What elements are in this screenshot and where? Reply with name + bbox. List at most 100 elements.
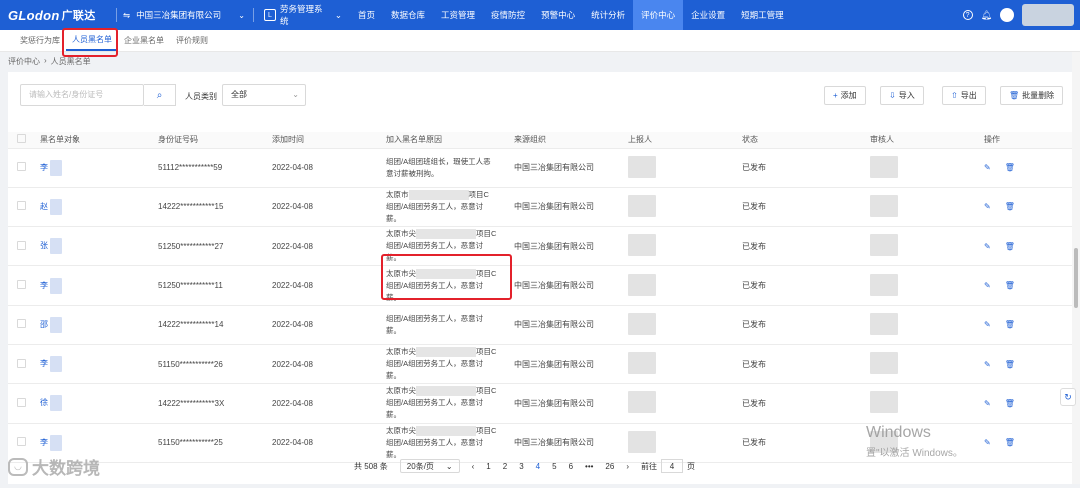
reason-line-2: 组团/A组团班组长，瑕使工人恶 [386, 156, 491, 166]
edit-icon[interactable]: ✎ [984, 281, 991, 290]
prev-page-button[interactable]: ‹ [472, 462, 475, 471]
person-name[interactable]: 李 [40, 281, 48, 290]
system-icon: L [264, 9, 276, 21]
row-checkbox[interactable] [17, 162, 26, 172]
row-checkbox[interactable] [17, 240, 26, 250]
delete-icon[interactable]: 🗑︎ [1005, 320, 1015, 329]
person-name[interactable]: 李 [40, 438, 48, 447]
nav-item[interactable]: 统计分析 [583, 0, 633, 30]
nav-item[interactable]: 企业设置 [683, 0, 733, 30]
search-input[interactable]: 请输入姓名/身份证号 [20, 84, 144, 106]
tab[interactable]: 奖惩行为库 [14, 29, 66, 51]
reason-line-3: 薪。 [386, 410, 401, 420]
nav-item[interactable]: 疫情防控 [483, 0, 533, 30]
source-org: 中国三冶集团有限公司 [514, 265, 628, 306]
chat-icon: ◡ [8, 457, 28, 476]
scrollbar-thumb[interactable] [1074, 248, 1078, 308]
content-panel: 请输入姓名/身份证号 ⌕ 人员类别 全部 ⌄ + 添加 ⇩ 导入 ⇧ 导出 🗑︎ 批量删… [8, 72, 1072, 484]
table-row: 李 51112***********59 2022-04-08 组团/A组团班组长，… [8, 148, 1072, 188]
breadcrumb-current: 人员黑名单 [50, 57, 91, 66]
nav-item[interactable]: 预警中心 [533, 0, 583, 30]
add-button[interactable]: + 添加 [824, 86, 866, 105]
reason-line-2: 组团/A组团劳务工人，恶意讨 [386, 398, 484, 408]
page-number[interactable]: 26 [605, 462, 614, 471]
sub-tabs: 奖惩行为库 人员黑名单 企业黑名单 评价规则 [0, 30, 1080, 52]
edit-icon[interactable]: ✎ [984, 438, 991, 447]
brand-logo[interactable]: GLodon 广联达 [0, 7, 116, 23]
person-name[interactable]: 赵 [40, 202, 48, 211]
add-date: 2022-04-08 [272, 344, 386, 385]
edit-icon[interactable]: ✎ [984, 399, 991, 408]
export-button[interactable]: ⇧ 导出 [942, 86, 986, 105]
reason-line-1: 太原市尖 [386, 347, 416, 357]
nav-item[interactable]: 数据仓库 [383, 0, 433, 30]
row-checkbox[interactable] [17, 358, 26, 368]
row-checkbox[interactable] [17, 319, 26, 329]
add-date: 2022-04-08 [272, 265, 386, 306]
type-label: 人员类别 [185, 92, 217, 101]
edit-icon[interactable]: ✎ [984, 163, 991, 172]
tab[interactable]: 评价规则 [170, 29, 214, 51]
page-number[interactable]: 3 [519, 462, 523, 471]
goto-input[interactable]: 4 [661, 459, 683, 473]
bell-icon[interactable]: 🔔︎ [981, 10, 992, 21]
reason-line-2: 组团/A组团劳务工人，恶意讨 [386, 201, 484, 211]
avatar[interactable] [1000, 8, 1014, 22]
add-date: 2022-04-08 [272, 305, 386, 345]
system-selector[interactable]: L 劳务管理系统 ⌄ [254, 3, 342, 27]
import-button[interactable]: ⇩ 导入 [880, 86, 924, 105]
person-name[interactable]: 李 [40, 359, 48, 368]
type-select[interactable]: 全部 ⌄ [222, 84, 306, 106]
row-checkbox[interactable] [17, 280, 26, 290]
person-name[interactable]: 徐 [40, 399, 48, 408]
row-checkbox[interactable] [17, 437, 26, 447]
page-number[interactable]: 5 [552, 462, 556, 471]
delete-icon[interactable]: 🗑︎ [1005, 281, 1015, 290]
org-selector[interactable]: ⇋ 中国三冶集团有限公司 ⌄ [117, 9, 253, 21]
table-row: 李 51150***********26 2022-04-08 太原市尖 项目C 组团/… [8, 344, 1072, 385]
delete-icon[interactable]: 🗑︎ [1005, 202, 1015, 211]
delete-icon[interactable]: 🗑︎ [1005, 163, 1015, 172]
search-button[interactable]: ⌕ [144, 84, 176, 106]
col-header: 身份证号码 [158, 132, 272, 149]
next-page-button[interactable]: › [626, 462, 629, 471]
delete-icon[interactable]: 🗑︎ [1005, 242, 1015, 251]
person-name[interactable]: 李 [40, 163, 48, 172]
person-name[interactable]: 张 [40, 241, 48, 250]
reason-blurred [416, 229, 476, 240]
edit-icon[interactable]: ✎ [984, 360, 991, 369]
user-name-blurred[interactable] [1022, 4, 1074, 26]
system-name: 劳务管理系统 [279, 4, 323, 26]
edit-icon[interactable]: ✎ [984, 320, 991, 329]
page-number[interactable]: 1 [486, 462, 490, 471]
tab[interactable]: 企业黑名单 [118, 29, 170, 51]
edit-icon[interactable]: ✎ [984, 202, 991, 211]
page-size-select[interactable]: 20条/页 ⌄ [399, 459, 460, 473]
reporter-blurred [628, 273, 656, 296]
delete-icon[interactable]: 🗑︎ [1005, 399, 1015, 408]
person-name[interactable]: 邵 [40, 320, 48, 329]
nav-item[interactable]: 首页 [350, 0, 383, 30]
edit-icon[interactable]: ✎ [984, 242, 991, 251]
main-nav: 首页 数据仓库 工资管理 疫情防控 预警中心 统计分析 评价中心 企业设置 短期工管理 [350, 0, 792, 30]
page-number[interactable]: 6 [569, 462, 573, 471]
page-number[interactable]: ••• [585, 462, 593, 471]
help-icon[interactable]: ? [962, 10, 973, 20]
delete-icon[interactable]: 🗑︎ [1005, 438, 1015, 447]
batch-delete-button[interactable]: 🗑︎ 批量删除 [1000, 86, 1064, 105]
nav-item[interactable]: 短期工管理 [733, 0, 792, 30]
select-all-checkbox[interactable] [17, 134, 26, 144]
row-checkbox[interactable] [17, 397, 26, 407]
nav-item[interactable]: 评价中心 [633, 0, 684, 30]
id-number: 51250***********11 [158, 265, 272, 306]
page-number[interactable]: 4 [536, 462, 540, 471]
breadcrumb-root[interactable]: 评价中心 [8, 56, 40, 67]
nav-item[interactable]: 工资管理 [433, 0, 483, 30]
delete-icon[interactable]: 🗑︎ [1005, 360, 1015, 369]
source-org: 中国三冶集团有限公司 [514, 305, 628, 345]
page-number[interactable]: 2 [503, 462, 507, 471]
reporter-blurred [628, 155, 656, 178]
refresh-icon[interactable]: ↻ [1060, 388, 1076, 406]
scrollbar[interactable] [1072, 52, 1080, 484]
row-checkbox[interactable] [17, 201, 26, 211]
